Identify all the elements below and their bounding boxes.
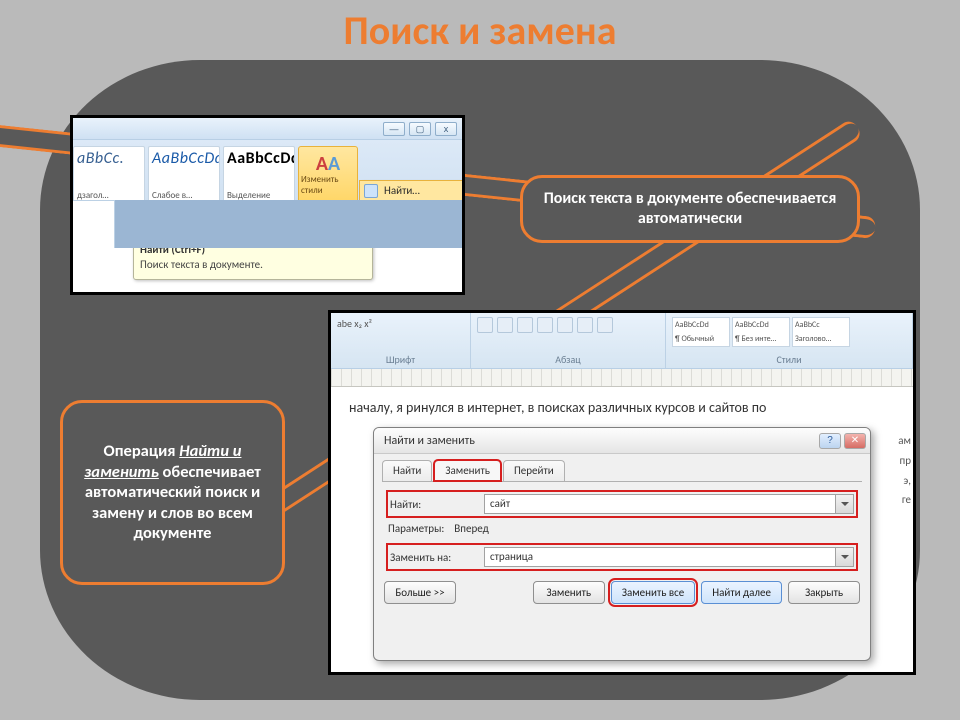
quick-style-item[interactable]: AaBbCcDd Слабое в… [148, 146, 220, 204]
document-workspace-bg [115, 200, 462, 248]
more-button[interactable]: Больше >> [384, 581, 456, 604]
replace-button[interactable]: Заменить [533, 581, 605, 604]
ribbon-styles-group: aBbCc. дзагол… AaBbCcDd Слабое в… AaBbCc… [73, 140, 462, 248]
window-minimize-button[interactable]: — [383, 122, 405, 136]
tab-find[interactable]: Найти [382, 460, 432, 481]
dialog-close-button[interactable]: ✕ [844, 433, 866, 449]
slide-title: Поиск и замена [0, 6, 960, 55]
align-center-icon[interactable] [497, 317, 513, 333]
change-styles-button[interactable]: AA Изменить стили [298, 146, 358, 204]
replace-all-button[interactable]: Заменить все [611, 581, 696, 604]
ribbon-group-label: Стили [672, 353, 906, 366]
tab-goto[interactable]: Перейти [503, 460, 565, 481]
find-label: Найти: [390, 498, 476, 511]
dialog-body: Найти: сайт Параметры: Вперед Заменить н [374, 482, 870, 581]
quick-style-item[interactable]: aBbCc. дзагол… [73, 146, 145, 204]
binoculars-icon [364, 184, 378, 198]
align-right-icon[interactable] [517, 317, 533, 333]
callout-replace-description: Операция Найти и заменить обеспечивает а… [60, 400, 285, 585]
shading-icon[interactable] [577, 317, 593, 333]
dropdown-icon[interactable] [835, 548, 853, 566]
params-value: Вперед [454, 522, 488, 535]
style-preview: AaBbCcDd [227, 151, 291, 167]
change-styles-icon: AA [316, 154, 340, 174]
menu-item-label: Найти… [384, 184, 420, 197]
quick-style-item[interactable]: AaBbCcDd¶ Обычный [672, 317, 730, 347]
find-input[interactable]: сайт [484, 494, 854, 514]
find-next-button[interactable]: Найти далее [701, 581, 782, 604]
window-titlebar: — ▢ x [73, 118, 462, 140]
screenshot-word-ribbon-find: — ▢ x aBbCc. дзагол… AaBbCcDd Слабое в… … [70, 115, 465, 295]
dialog-title-text: Найти и заменить [384, 434, 475, 448]
tab-replace[interactable]: Заменить [434, 460, 501, 481]
field-row-find: Найти: сайт [388, 492, 856, 516]
quick-style-item[interactable]: AaBbCcDd Выделение [223, 146, 295, 204]
dialog-titlebar: Найти и заменить ? ✕ [374, 428, 870, 454]
tooltip-body: Поиск текста в документе. [140, 258, 366, 271]
ribbon-group-font: abe x₂ x² Шрифт [331, 313, 471, 368]
ribbon-group-paragraph: Абзац [471, 313, 666, 368]
quick-style-item[interactable]: AaBbCcDd¶ Без инте… [732, 317, 790, 347]
window-maximize-button[interactable]: ▢ [409, 122, 431, 136]
replace-input-value: страница [490, 550, 533, 563]
quick-style-item[interactable]: AaBbCcЗаголово… [792, 317, 850, 347]
window-close-button[interactable]: x [435, 122, 457, 136]
slide-stage: Поиск и замена — ▢ x aBbCc. дзагол… AaBb… [0, 0, 960, 720]
align-left-icon[interactable] [477, 317, 493, 333]
horizontal-ruler[interactable] [331, 369, 913, 387]
partial-text-right: ам пр э, ге [871, 427, 913, 672]
replace-label: Заменить на: [390, 551, 476, 564]
ribbon-group-label: Шрифт [337, 353, 464, 366]
ribbon-2: abe x₂ x² Шрифт Абзац AaBbCcDd¶ Обычный [331, 313, 913, 369]
style-preview: AaBbCcDd [152, 151, 216, 167]
border-icon[interactable] [597, 317, 613, 333]
search-parameters: Параметры: Вперед [388, 522, 856, 535]
field-row-replace: Заменить на: страница [388, 545, 856, 569]
screenshot-word-find-replace-dialog: abe x₂ x² Шрифт Абзац AaBbCcDd¶ Обычный [328, 310, 916, 675]
find-input-value: сайт [490, 497, 510, 510]
font-buttons[interactable]: abe x₂ x² [337, 317, 464, 330]
replace-input[interactable]: страница [484, 547, 854, 567]
document-body-text[interactable]: началу, я ринулся в интернет, в поисках … [331, 387, 913, 429]
menu-item-find[interactable]: Найти… [359, 180, 465, 201]
document-page-corner [73, 200, 115, 248]
change-styles-label: Изменить стили [301, 174, 355, 196]
dialog-tabs: Найти Заменить Перейти [374, 454, 870, 481]
dialog-button-row: Больше >> Заменить Заменить все Найти да… [374, 581, 870, 614]
dropdown-icon[interactable] [835, 495, 853, 513]
ribbon-group-label: Абзац [477, 353, 659, 366]
line-spacing-icon[interactable] [557, 317, 573, 333]
callout-find-description: Поиск текста в документе обеспечивается … [520, 175, 860, 243]
close-button[interactable]: Закрыть [788, 581, 860, 604]
callout2-pre: Операция [104, 441, 180, 461]
align-justify-icon[interactable] [537, 317, 553, 333]
style-preview: aBbCc. [77, 151, 141, 167]
params-label: Параметры: [388, 522, 444, 535]
ribbon-group-styles: AaBbCcDd¶ Обычный AaBbCcDd¶ Без инте… Aa… [666, 313, 913, 368]
find-replace-dialog: Найти и заменить ? ✕ Найти Заменить Пере… [373, 427, 871, 661]
dialog-help-button[interactable]: ? [819, 433, 841, 449]
